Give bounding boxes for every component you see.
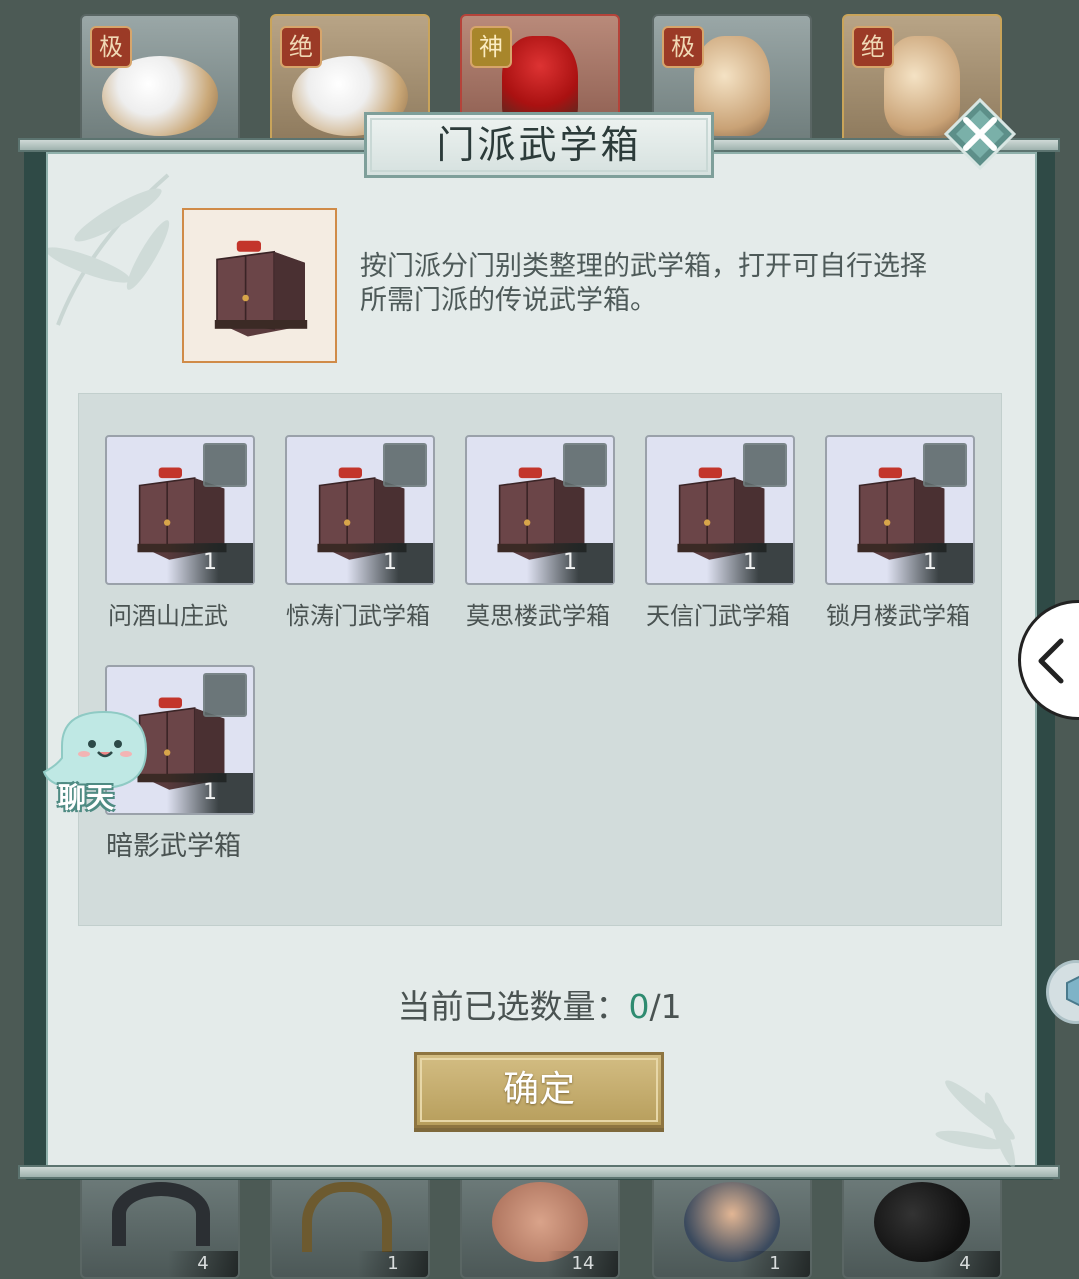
item-count: 14 — [548, 1251, 618, 1277]
item-count: 1 — [167, 543, 253, 583]
grid-item[interactable]: 1 — [285, 435, 435, 585]
item-count: 1 — [527, 543, 613, 583]
item-label: 天信门武学箱 — [646, 602, 790, 630]
select-checkbox[interactable] — [743, 443, 787, 487]
background-item-slot: 4 — [80, 1170, 240, 1279]
horseshoe-icon — [112, 1182, 210, 1246]
character-portrait-icon — [684, 1182, 780, 1262]
black-orb-icon — [874, 1182, 970, 1262]
grid-item[interactable]: 1 — [105, 435, 255, 585]
selection-separator: / — [649, 987, 661, 1026]
item-description: 按门派分门别类整理的武学箱，打开可自行选择所需门派的传说武学箱。 — [360, 251, 927, 316]
martial-box-icon — [214, 240, 308, 337]
cube-icon — [1066, 975, 1079, 1007]
item-count: 1 — [347, 543, 433, 583]
item-count: 4 — [930, 1251, 1000, 1277]
background-item-row-bottom: 4 1 14 1 4 — [0, 1170, 1079, 1279]
grade-badge: 神 — [470, 26, 512, 68]
featured-item-icon-frame — [182, 208, 337, 363]
dialog-title: 门派武学箱 — [364, 112, 714, 178]
close-button[interactable] — [943, 97, 1017, 171]
background-item-slot: 1 — [270, 1170, 430, 1279]
item-count: 1 — [167, 773, 253, 813]
selection-prefix: 当前已选数量： — [397, 987, 629, 1026]
selection-max: 1 — [660, 987, 682, 1026]
side-floating-button[interactable] — [1046, 960, 1079, 1024]
select-checkbox[interactable] — [203, 443, 247, 487]
background-item-slot: 4 — [842, 1170, 1002, 1279]
hands-icon — [492, 1182, 588, 1262]
select-checkbox[interactable] — [563, 443, 607, 487]
item-count: 1 — [740, 1251, 810, 1277]
item-label: 莫思楼武学箱 — [466, 602, 610, 630]
stirrup-icon — [302, 1182, 392, 1252]
selection-status: 当前已选数量：0/1 — [0, 980, 1079, 1028]
side-panel-toggle[interactable] — [1018, 600, 1079, 720]
grade-badge: 绝 — [852, 26, 894, 68]
item-label: 暗影武学箱 — [106, 831, 241, 862]
grid-item[interactable]: 1 — [825, 435, 975, 585]
item-label: 锁月楼武学箱 — [826, 602, 970, 630]
chevron-left-icon — [1038, 638, 1064, 684]
item-count: 1 — [358, 1251, 428, 1277]
item-count: 1 — [887, 543, 973, 583]
chat-label[interactable]: 聊天 — [58, 776, 114, 816]
background-item-slot: 极 — [80, 14, 240, 144]
item-label: 问酒山庄武 — [108, 602, 228, 630]
grade-badge: 极 — [90, 26, 132, 68]
item-count: 4 — [168, 1251, 238, 1277]
steamed-bun-icon — [102, 56, 218, 136]
background-item-slot: 1 — [652, 1170, 812, 1279]
selected-count: 0 — [628, 987, 650, 1026]
close-icon — [943, 97, 1017, 171]
grade-badge: 绝 — [280, 26, 322, 68]
grid-item[interactable]: 1 — [645, 435, 795, 585]
select-checkbox[interactable] — [923, 443, 967, 487]
grade-badge: 极 — [662, 26, 704, 68]
item-count: 1 — [707, 543, 793, 583]
item-label: 惊涛门武学箱 — [286, 602, 430, 630]
dialog-bottom-rail — [18, 1165, 1060, 1179]
select-checkbox[interactable] — [383, 443, 427, 487]
background-item-slot: 14 — [460, 1170, 620, 1279]
select-checkbox[interactable] — [203, 673, 247, 717]
grid-item[interactable]: 1 — [465, 435, 615, 585]
confirm-button[interactable]: 确定 — [414, 1052, 664, 1128]
